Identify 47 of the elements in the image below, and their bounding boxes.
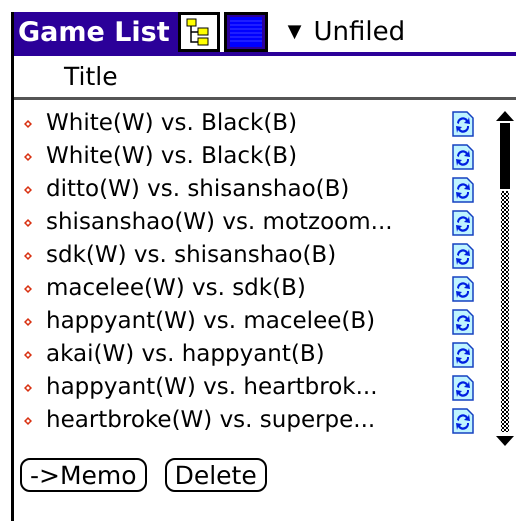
game-row[interactable]: macelee(W) vs. sdk(B) (14, 272, 476, 305)
refresh-document-icon (452, 308, 474, 334)
refresh-document-icon (452, 110, 474, 136)
tree-view-button[interactable] (178, 12, 220, 52)
game-title: shisanshao(W) vs. motzoom... (46, 208, 394, 238)
game-row[interactable]: happyant(W) vs. heartbrok... (14, 371, 476, 404)
bullet-icon (24, 318, 32, 326)
game-row[interactable]: White(W) vs. Black(B) (14, 107, 476, 140)
bullet-icon (24, 152, 32, 160)
bullet-icon (24, 350, 32, 358)
game-row[interactable]: White(W) vs. Black(B) (14, 140, 476, 173)
game-row[interactable]: shisanshao(W) vs. motzoom... (14, 206, 476, 239)
game-row[interactable]: ditto(W) vs. shisanshao(B) (14, 173, 476, 206)
window-title: Game List (14, 12, 178, 52)
refresh-document-icon (452, 374, 474, 400)
game-title: happyant(W) vs. heartbrok... (46, 373, 379, 402)
column-header: Title (64, 60, 118, 93)
refresh-document-icon (452, 210, 474, 236)
game-title: happyant(W) vs. macelee(B) (46, 307, 376, 336)
refresh-document-icon (452, 176, 474, 202)
bullet-icon (24, 252, 32, 260)
bullet-icon (24, 384, 32, 392)
refresh-document-icon (452, 408, 474, 434)
game-title: akai(W) vs. happyant(B) (46, 340, 326, 370)
action-button[interactable]: Delete (164, 458, 267, 492)
bullet-icon (24, 416, 32, 424)
refresh-document-icon (452, 276, 474, 302)
bullet-icon (24, 120, 32, 128)
game-title: White(W) vs. Black(B) (46, 142, 298, 172)
refresh-document-icon (452, 242, 474, 268)
game-row[interactable]: heartbroke(W) vs. superpe... (14, 404, 476, 437)
game-title: White(W) vs. Black(B) (46, 109, 298, 138)
bullet-icon (24, 218, 32, 226)
scrollbar[interactable] (494, 111, 516, 446)
refresh-document-icon (452, 144, 474, 170)
game-row[interactable]: sdk(W) vs. shisanshao(B) (14, 239, 476, 272)
game-title: ditto(W) vs. shisanshao(B) (46, 175, 350, 204)
action-button[interactable]: ->Memo (20, 458, 147, 492)
game-title: sdk(W) vs. shisanshao(B) (46, 241, 338, 270)
game-row[interactable]: akai(W) vs. happyant(B) (14, 338, 476, 371)
list-icon (230, 17, 262, 47)
bullet-icon (24, 186, 32, 194)
game-title: heartbroke(W) vs. superpe... (46, 406, 376, 436)
game-row[interactable]: happyant(W) vs. macelee(B) (14, 305, 476, 338)
game-title: macelee(W) vs. sdk(B) (46, 274, 307, 304)
bullet-icon (24, 284, 32, 292)
refresh-document-icon (452, 342, 474, 368)
